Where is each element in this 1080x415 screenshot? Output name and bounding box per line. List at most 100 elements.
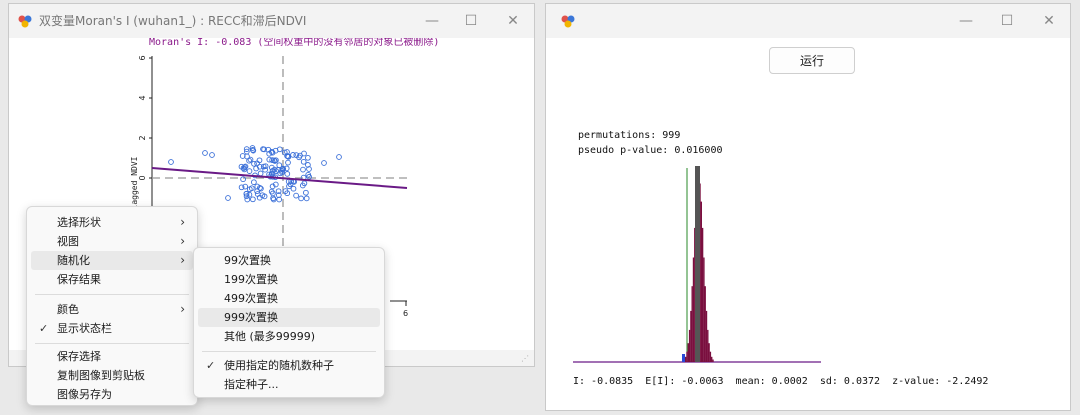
submenu-item-999-permutations[interactable]: 999次置换: [198, 308, 380, 327]
scatter-point: [168, 159, 174, 165]
expected-i-marker: [695, 166, 700, 362]
histogram-bar: [688, 329, 691, 362]
randomization-submenu: 99次置换 199次置换 499次置换 999次置换 其他 (最多99999) …: [193, 247, 385, 398]
scatter-point: [336, 154, 342, 160]
permutation-histogram: [573, 166, 821, 363]
menu-label: 199次置换: [224, 273, 278, 286]
menu-label: 999次置换: [224, 311, 278, 324]
left-titlebar: 双变量Moran's I (wuhan1_) : RECC和滞后NDVI — ☐…: [9, 4, 534, 38]
menu-item-save-image-as[interactable]: 图像另存为: [31, 385, 193, 404]
histogram-bar: [704, 286, 706, 362]
histogram-bar: [705, 310, 708, 362]
menu-item-view[interactable]: 视图 ›: [31, 232, 193, 251]
scatter-point: [305, 154, 311, 161]
histogram-bar: [687, 343, 689, 362]
y-tick-label-4: 4: [138, 95, 147, 100]
menu-label: 保存选择: [57, 350, 101, 363]
chevron-right-icon: ›: [180, 215, 185, 229]
histogram-bar: [686, 351, 688, 362]
scatter-point: [246, 168, 253, 174]
histogram-bar: [700, 201, 702, 362]
menu-label: 其他 (最多99999): [224, 330, 316, 343]
maximize-button[interactable]: ☐: [992, 8, 1022, 34]
scatter-point: [250, 196, 256, 203]
checkmark-icon: ✓: [39, 322, 49, 335]
chevron-right-icon: ›: [180, 234, 185, 248]
histogram-bar: [690, 310, 692, 362]
right-titlebar: — ☐ ✕: [546, 4, 1070, 38]
scatter-point: [285, 159, 291, 166]
menu-label: 499次置换: [224, 292, 278, 305]
scatter-point: [303, 195, 310, 202]
menu-label: 图像另存为: [57, 388, 112, 401]
submenu-item-99-permutations[interactable]: 99次置换: [198, 251, 380, 270]
y-tick-label-6: 6: [138, 55, 147, 60]
left-window-title: 双变量Moran's I (wuhan1_) : RECC和滞后NDVI: [39, 14, 307, 28]
menu-item-copy-image[interactable]: 复制图像到剪贴板: [31, 366, 193, 385]
menu-item-show-status-bar[interactable]: ✓ 显示状态栏: [31, 319, 193, 338]
scatter-point: [266, 156, 273, 163]
resize-grip[interactable]: ⋰: [521, 354, 531, 364]
histogram-bar: [711, 356, 713, 362]
menu-item-color[interactable]: 颜色 ›: [31, 300, 193, 319]
menu-label: 保存结果: [57, 273, 101, 286]
scatter-point: [254, 188, 260, 195]
menu-separator: [35, 294, 189, 295]
right-window: — ☐ ✕ 运行 permutations: 999 pseudo p-valu…: [545, 3, 1071, 411]
scatter-point: [298, 195, 304, 202]
scatter-point: [301, 150, 307, 157]
menu-label: 显示状态栏: [57, 322, 112, 335]
geoda-app-icon: [561, 15, 575, 28]
menu-item-randomization[interactable]: 随机化 ›: [31, 251, 193, 270]
menu-label: 使用指定的随机数种子: [224, 359, 334, 372]
scatter-point: [300, 158, 307, 165]
menu-label: 视图: [57, 235, 79, 248]
submenu-item-use-seed[interactable]: ✓ 使用指定的随机数种子: [198, 356, 380, 375]
menu-label: 指定种子...: [224, 378, 279, 391]
menu-item-save-results[interactable]: 保存结果: [31, 270, 193, 289]
histogram-bar: [691, 286, 693, 362]
checkmark-icon: ✓: [206, 359, 216, 372]
menu-item-save-selection[interactable]: 保存选择: [31, 347, 193, 366]
chevron-right-icon: ›: [180, 302, 185, 316]
menu-item-select-shape[interactable]: 选择形状 ›: [31, 213, 193, 232]
scatter-point: [257, 170, 264, 177]
submenu-item-499-permutations[interactable]: 499次置换: [198, 289, 380, 308]
menu-label: 颜色: [57, 303, 79, 316]
maximize-button[interactable]: ☐: [456, 8, 486, 34]
scatter-point: [303, 189, 309, 196]
histogram-bar: [703, 257, 705, 362]
minimize-button[interactable]: —: [417, 8, 447, 34]
scatter-point: [293, 192, 299, 199]
chevron-right-icon: ›: [180, 253, 185, 267]
permutation-panel: 运行 permutations: 999 pseudo p-value: 0.0…: [546, 38, 1070, 410]
submenu-item-other[interactable]: 其他 (最多99999): [198, 327, 380, 346]
menu-label: 复制图像到剪贴板: [57, 369, 145, 382]
menu-label: 选择形状: [57, 216, 101, 229]
y-axis-label: lagged NDVI: [130, 156, 139, 209]
scatter-points: [168, 145, 342, 203]
y-tick-label-0: 0: [138, 175, 147, 180]
close-button[interactable]: ✕: [498, 8, 528, 34]
scatter-point: [209, 152, 215, 158]
scatter-point: [244, 196, 251, 203]
scatter-point: [284, 171, 291, 177]
scatter-point: [225, 195, 231, 201]
menu-label: 99次置换: [224, 254, 271, 267]
scatter-point: [251, 179, 257, 186]
menu-separator: [35, 343, 189, 344]
close-button[interactable]: ✕: [1034, 8, 1064, 34]
scatter-point: [251, 160, 257, 167]
geoda-app-icon: [18, 15, 32, 28]
minimize-button[interactable]: —: [951, 8, 981, 34]
context-menu: 选择形状 › 视图 › 随机化 › 保存结果 颜色 › ✓ 显示状态栏 保存选择 复制图像…: [26, 206, 198, 406]
menu-label: 随机化: [57, 254, 90, 267]
menu-separator: [202, 351, 376, 352]
submenu-item-199-permutations[interactable]: 199次置换: [198, 270, 380, 289]
histogram-bar: [707, 329, 709, 362]
scatter-point: [300, 166, 306, 173]
histogram-bar: [701, 227, 704, 362]
histogram-bar: [708, 343, 710, 362]
submenu-item-specify-seed[interactable]: 指定种子...: [198, 375, 380, 394]
histogram-bar: [692, 257, 695, 362]
